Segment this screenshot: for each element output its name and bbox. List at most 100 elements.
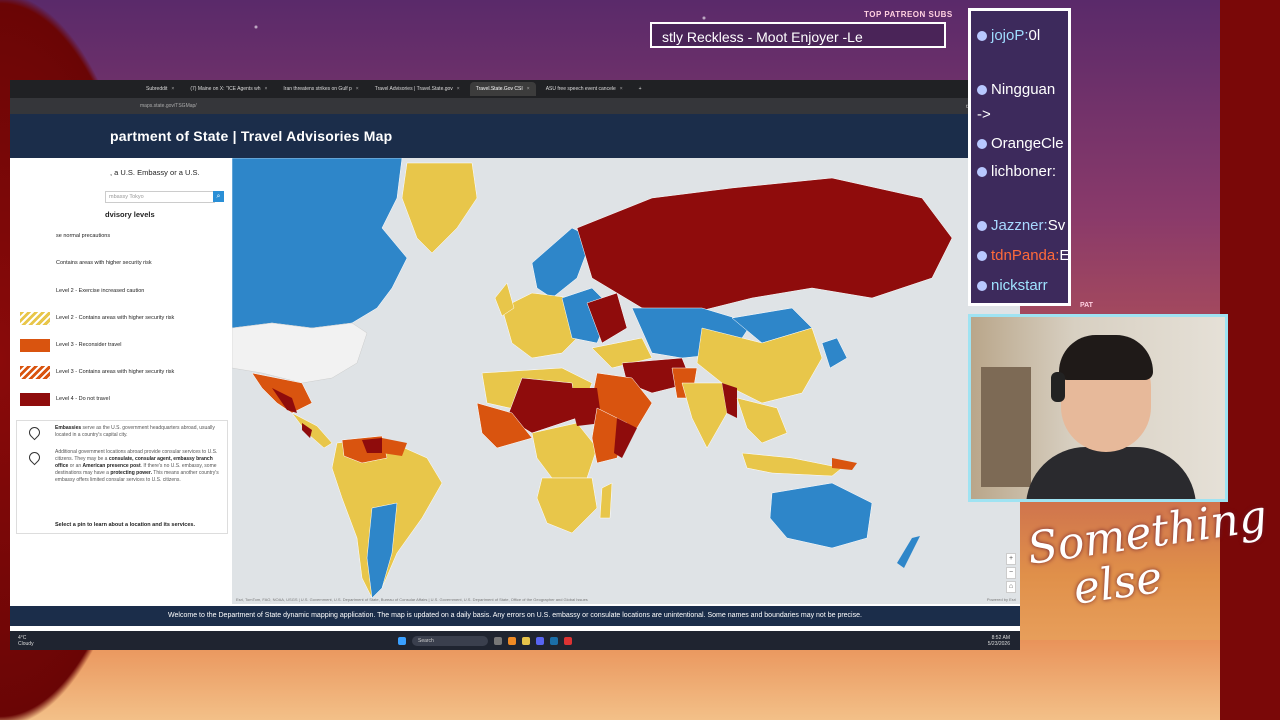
chat-user: Ningguan [991, 81, 1056, 98]
legend-label: Level 4 - Do not travel [56, 396, 110, 402]
map-region-korea-japan [821, 337, 848, 369]
discord-icon[interactable] [536, 636, 544, 645]
app-content: , a U.S. Embassy or a U.S. mbassy Tokyo … [10, 158, 1020, 604]
legend-swatch [20, 392, 50, 406]
patron-tag: PAT [1080, 302, 1093, 309]
map-region-australia [769, 482, 873, 549]
tab-asu-news[interactable]: ASU free speech event cancele × [540, 82, 629, 96]
map-attribution: Esri, TomTom, FAO, NOAA, USGS | U.S. Gov… [236, 597, 588, 602]
world-map[interactable]: + − ⌂ Esri, TomTom, FAO, NOAA, USGS | U.… [232, 158, 1020, 604]
chat-text: E [1059, 247, 1070, 264]
legend-label: Level 2 - Contains areas with higher sec… [56, 315, 175, 321]
taskbar-search[interactable]: Search [412, 635, 488, 646]
map-region-madagascar [599, 482, 613, 519]
overlay-ground [0, 640, 1280, 720]
badge-icon [977, 281, 987, 292]
tab-x-post[interactable]: (7) Maine on X: "ICE Agents wh × [184, 82, 273, 96]
consulate-pin-icon [26, 449, 43, 466]
badge-icon [977, 221, 987, 232]
tab-travel-csi[interactable]: Travel.State.Gov CSI × [469, 82, 536, 96]
map-region-southern-africa [536, 477, 598, 534]
firefox-icon[interactable] [508, 636, 516, 645]
chat-user: jojoP: [991, 27, 1029, 44]
task-view-icon[interactable] [494, 636, 502, 645]
embassy-pin-icon [26, 424, 43, 441]
url-text[interactable]: maps.state.gov/TSGMap/ [140, 103, 197, 109]
map-region-papua [832, 458, 857, 470]
chat-text: -> [977, 106, 991, 123]
tab-label: Travel Advisories | Travel.State.gov [374, 86, 453, 92]
select-pin-hint: Select a pin to learn about a location a… [55, 522, 195, 528]
map-canvas[interactable] [232, 158, 1020, 604]
close-icon[interactable]: × [457, 86, 460, 92]
close-icon[interactable]: × [264, 86, 267, 92]
badge-icon [977, 139, 987, 150]
chat-text: Sv [1047, 217, 1066, 234]
right-curtain [1220, 0, 1280, 720]
legend-level2: Level 2 - Exercise increased caution [20, 284, 144, 298]
tab-subreddit[interactable]: Subreddit × [140, 82, 180, 96]
zoom-out-button[interactable]: − [1006, 567, 1016, 579]
close-icon[interactable]: × [620, 86, 623, 92]
legend-level1-risk: Contains areas with higher security risk [20, 256, 152, 270]
chat-message: nickstarr [977, 277, 1048, 294]
sidebar: , a U.S. Embassy or a U.S. mbassy Tokyo … [10, 158, 233, 604]
steam-icon[interactable] [550, 636, 558, 645]
file-explorer-icon[interactable] [522, 636, 530, 645]
tab-label: (7) Maine on X: "ICE Agents wh [190, 86, 261, 92]
advisory-levels-title: dvisory levels [105, 210, 155, 219]
legend-swatch [20, 365, 50, 379]
map-region-central-africa [531, 422, 598, 479]
powered-by[interactable]: Powered by Esri [987, 597, 1016, 602]
badge-icon [977, 251, 987, 262]
legend-label: Level 3 - Reconsider travel [56, 342, 122, 348]
zoom-in-button[interactable]: + [1006, 553, 1016, 565]
close-icon[interactable]: × [527, 86, 530, 92]
footer-banner: Welcome to the Department of State dynam… [10, 606, 1020, 626]
consular-term: protecting power. [110, 470, 152, 476]
consulates-description: Additional government locations abroad p… [55, 449, 220, 484]
webcam-feed [968, 314, 1228, 502]
location-info-box: Embassies serve as the U.S. government h… [16, 420, 228, 534]
legend-level2-risk: Level 2 - Contains areas with higher sec… [20, 311, 174, 325]
tab-label: Iran threatens strikes on Gulf p [283, 86, 352, 92]
chat-message: Jazzner:Sv [977, 217, 1065, 234]
search-icon[interactable]: ⌕ [213, 191, 224, 202]
system-clock[interactable]: 8:52 AM 5/23/2026 [988, 635, 1010, 647]
start-icon[interactable] [398, 636, 406, 645]
chat-message: tdnPanda:E [977, 247, 1070, 264]
clock-time: 8:52 AM [991, 634, 1010, 641]
map-region-india [681, 382, 728, 449]
legend-swatch [20, 257, 50, 270]
badge-icon [977, 31, 987, 42]
weather-widget[interactable]: 4°C Cloudy [18, 635, 58, 647]
legend-swatch [20, 230, 50, 243]
chat-user: nickstarr [991, 277, 1048, 294]
tab-iran-news[interactable]: Iran threatens strikes on Gulf p × [277, 82, 364, 96]
legend-label: Level 2 - Exercise increased caution [56, 288, 145, 294]
address-bar[interactable]: maps.state.gov/TSGMap/ ▭ ☆ ● ◆ [10, 98, 1020, 114]
badge-icon [977, 85, 987, 96]
tab-label: Travel.State.Gov CSI [475, 86, 523, 92]
close-icon[interactable]: × [356, 86, 359, 92]
legend-level1: se normal precautions [20, 229, 110, 243]
weather-desc: Cloudy [18, 640, 34, 647]
map-region-russia [576, 177, 953, 314]
new-tab-button[interactable]: + [633, 82, 648, 96]
home-button[interactable]: ⌂ [1006, 581, 1016, 593]
legend-label: se normal precautions [56, 233, 111, 239]
chrome-icon[interactable] [564, 636, 572, 645]
embassies-term: Embassies [55, 425, 82, 431]
map-region-central-america [291, 412, 333, 449]
map-region-indonesia [741, 452, 843, 477]
legend-swatch [20, 338, 50, 352]
chat-user: Jazzner: [991, 217, 1048, 234]
stars-background [0, 0, 1280, 90]
find-location-label: , a U.S. Embassy or a U.S. [110, 168, 200, 177]
search-input[interactable]: mbassy Tokyo [105, 191, 215, 203]
browser-window: Subreddit × (7) Maine on X: "ICE Agents w… [10, 80, 1020, 650]
close-icon[interactable]: × [171, 86, 174, 92]
chat-message: Ningguan [977, 81, 1055, 98]
tab-travel-advisories[interactable]: Travel Advisories | Travel.State.gov × [369, 82, 466, 96]
chat-text: 0l [1028, 27, 1041, 44]
